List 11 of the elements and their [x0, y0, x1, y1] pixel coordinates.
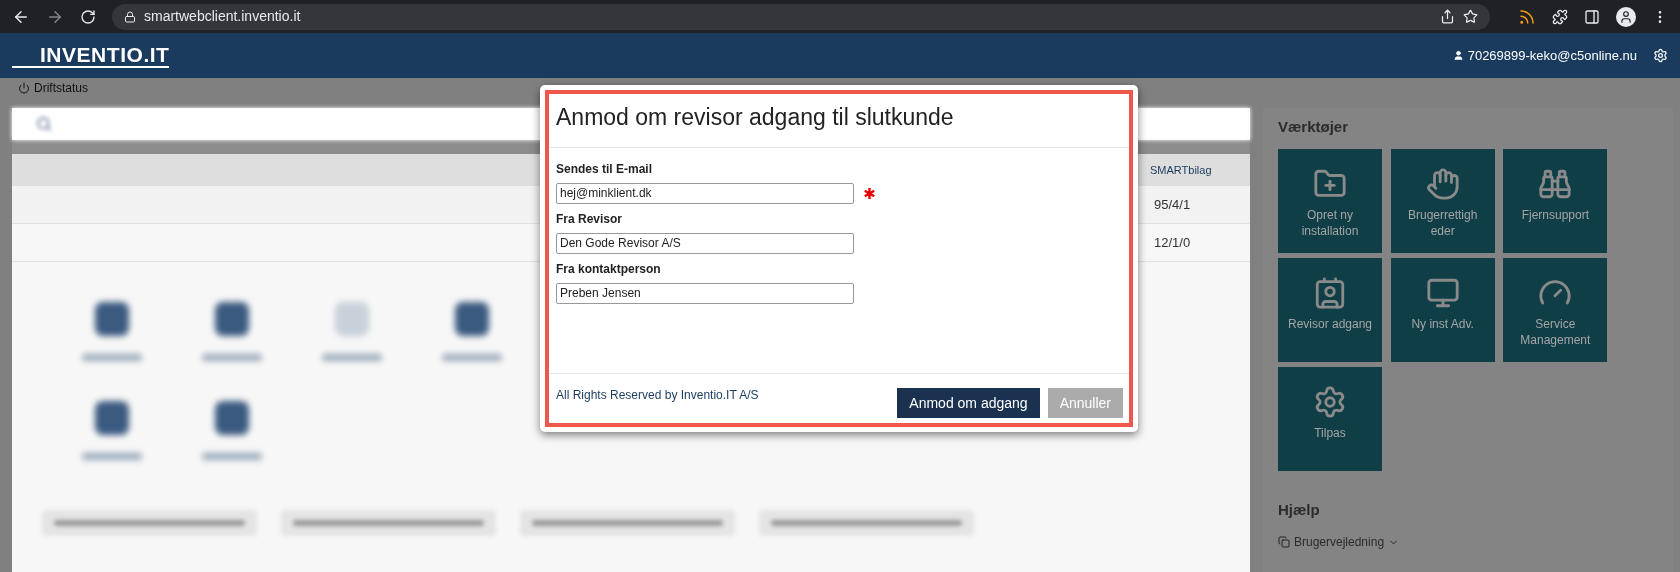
table-cell-text: 12/1/0 — [1153, 233, 1192, 252]
field-label: Sendes til E-mail — [556, 160, 654, 178]
help-title: Hjælp — [1278, 499, 1321, 520]
column-header: SMARTbilag — [1150, 162, 1213, 178]
modal-title: Anmod om revisor adgang til slutkunde — [556, 103, 955, 132]
table-cell-text: 95/4/1 — [1153, 195, 1192, 214]
footer-text: All Rights Reserved by Inventio.IT A/S — [556, 387, 759, 404]
field-label: Fra Revisor — [556, 210, 624, 228]
url-text: smartwebclient.inventio.it — [144, 7, 301, 26]
field-label: Fra kontaktperson — [556, 260, 662, 278]
tools-title: Værktøjer — [1278, 117, 1350, 137]
